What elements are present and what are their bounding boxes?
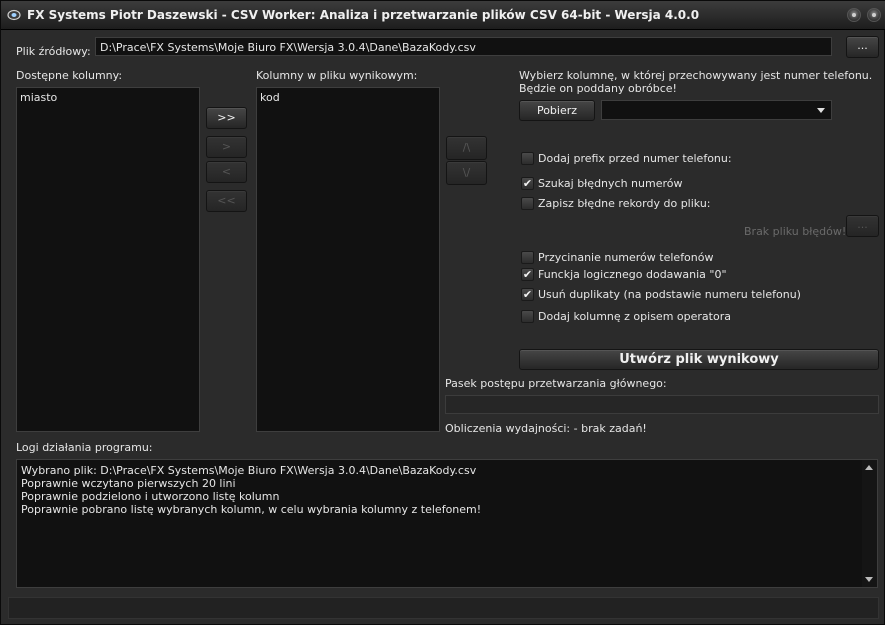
checkbox-label: Szukaj błędnych numerów [538, 177, 683, 190]
close-icon[interactable] [867, 8, 881, 22]
phone-column-select[interactable] [601, 100, 832, 120]
log-line: Poprawnie pobrano listę wybranych kolumn… [21, 503, 482, 516]
remove-column-button[interactable]: < [206, 161, 247, 183]
checkbox-box[interactable] [521, 251, 534, 264]
check-icon[interactable]: ✔ [521, 268, 534, 281]
log-line: Wybrano plik: D:\Prace\FX Systems\Moje B… [21, 464, 477, 477]
move-up-button[interactable]: /\ [446, 136, 487, 160]
title-bar[interactable]: FX Systems Piotr Daszewski - CSV Worker:… [1, 1, 885, 30]
remove-all-columns-button[interactable]: << [206, 190, 247, 212]
checkbox-label: Zapisz błędne rekordy do pliku: [538, 197, 711, 210]
app-window: FX Systems Piotr Daszewski - CSV Worker:… [0, 0, 885, 625]
progress-bar [445, 395, 879, 414]
source-file-label: Plik źródłowy: [16, 45, 91, 58]
phone-instruction-line1: Wybierz kolumnę, w której przechowywany … [519, 69, 873, 82]
log-scrollbar[interactable] [862, 460, 877, 587]
available-columns-list[interactable]: miasto [16, 87, 200, 432]
create-output-button[interactable]: Utwórz plik wynikowy [519, 349, 879, 370]
check-icon[interactable]: ✔ [521, 177, 534, 190]
checkbox-label: Usuń duplikaty (na podstawie numeru tele… [538, 288, 801, 301]
checkbox-box[interactable] [521, 310, 534, 323]
scroll-down-icon[interactable] [865, 577, 873, 582]
app-icon [7, 9, 21, 21]
log-label: Logi działania programu: [16, 441, 153, 454]
check-icon[interactable]: ✔ [521, 288, 534, 301]
log-lines: Wybrano plik: D:\Prace\FX Systems\Moje B… [21, 464, 873, 516]
move-down-button[interactable]: \/ [446, 161, 487, 185]
browse-source-button[interactable]: ... [846, 36, 879, 58]
output-columns-label: Kolumny w pliku wynikowym: [256, 69, 418, 82]
checkbox-label: Dodaj kolumnę z opisem operatora [538, 310, 731, 323]
phone-instruction-line2: Będzie on poddany obróbce! [519, 82, 677, 95]
checkbox-box[interactable] [521, 197, 534, 210]
add-column-button[interactable]: > [206, 136, 247, 158]
window-title: FX Systems Piotr Daszewski - CSV Worker:… [27, 8, 700, 22]
minimize-icon[interactable] [847, 8, 861, 22]
available-columns-label: Dostępne kolumny: [16, 69, 123, 82]
performance-text: Obliczenia wydajności: - brak zadań! [445, 422, 647, 435]
log-line: Poprawnie wczytano pierwszych 20 lini [21, 477, 236, 490]
checkbox-box[interactable] [521, 152, 534, 165]
checkbox-label: Przycinanie numerów telefonów [538, 251, 714, 264]
list-item[interactable]: kod [260, 91, 436, 105]
scroll-up-icon[interactable] [865, 465, 873, 470]
checkbox-label: Dodaj prefix przed numer telefonu: [538, 152, 732, 165]
list-item[interactable]: miasto [20, 91, 196, 105]
error-file-placeholder: Brak pliku błędów! [744, 225, 847, 238]
output-columns-list[interactable]: kod [256, 87, 440, 432]
add-all-columns-button[interactable]: >> [206, 107, 247, 129]
log-box[interactable]: Wybrano plik: D:\Prace\FX Systems\Moje B… [16, 459, 878, 588]
checkbox-label: Funckja logicznego dodawania "0" [538, 268, 727, 281]
progress-label: Pasek postępu przetwarzania głównego: [445, 377, 667, 390]
status-bar [8, 597, 879, 619]
source-file-path-field[interactable]: D:\Prace\FX Systems\Moje Biuro FX\Wersja… [95, 37, 832, 56]
browse-error-file-button[interactable]: ... [846, 215, 879, 237]
log-line: Poprawnie podzielono i utworzono listę k… [21, 490, 280, 503]
fetch-button[interactable]: Pobierz [519, 100, 595, 121]
chevron-down-icon [817, 108, 825, 113]
